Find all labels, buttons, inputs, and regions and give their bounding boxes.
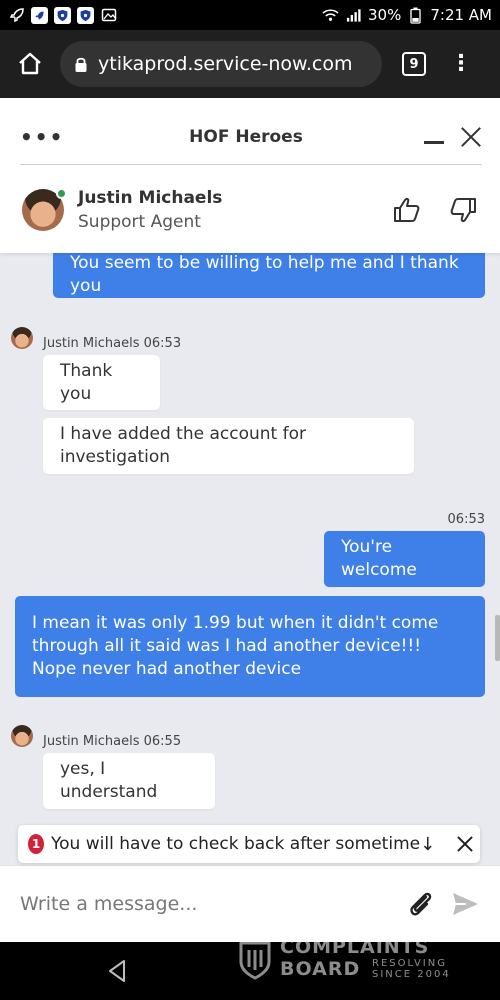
paperclip-icon[interactable] xyxy=(406,889,436,919)
message-timestamp: 06:53 xyxy=(447,512,485,527)
battery-percent: 30% xyxy=(368,6,402,24)
shield-icon xyxy=(77,6,94,24)
chat-title: HOF Heroes xyxy=(189,127,303,147)
agent-avatar-small xyxy=(11,725,33,747)
back-triangle-icon[interactable] xyxy=(104,958,130,984)
close-chat-button[interactable] xyxy=(460,126,482,148)
online-status-indicator xyxy=(56,188,67,199)
clock: 7:21 AM xyxy=(430,6,492,24)
message-input[interactable] xyxy=(20,893,398,915)
message-meta: Justin Michaels 06:55 xyxy=(43,734,182,749)
home-icon xyxy=(19,52,41,75)
thumbs-up-icon[interactable] xyxy=(392,195,422,225)
browser-menu-button[interactable]: ⋮ xyxy=(450,53,472,75)
status-icons-left xyxy=(8,6,117,24)
status-icons-right: 30% 7:21 AM xyxy=(322,6,492,24)
agent-avatar xyxy=(22,188,67,231)
complaints-board-logo-icon xyxy=(239,941,271,980)
dismiss-notification-button[interactable] xyxy=(457,836,470,852)
message-bubble-outgoing: You're welcome xyxy=(324,531,485,587)
message-bubble-incoming: yes, I understand xyxy=(43,753,215,809)
wifi-icon xyxy=(322,7,339,24)
thumbs-down-icon[interactable] xyxy=(448,195,478,225)
watermark: COMPLAINTS BOARD RESOLVING SINCE 2004 xyxy=(238,936,468,988)
agent-avatar-small xyxy=(11,327,33,349)
notification-text: You will have to check back after someti… xyxy=(51,834,421,854)
browser-toolbar: ytikaprod.service-now.com 9 ⋮ xyxy=(0,30,500,98)
agent-info: Justin Michaels Support Agent xyxy=(78,188,366,232)
new-message-notification[interactable]: 1 You will have to check back after some… xyxy=(18,825,480,863)
agent-card: Justin Michaels Support Agent xyxy=(22,180,478,240)
image-icon xyxy=(100,7,117,24)
address-bar[interactable]: ytikaprod.service-now.com xyxy=(60,41,382,87)
status-bar: 30% 7:21 AM xyxy=(0,0,500,30)
rocket-icon xyxy=(8,7,25,24)
message-bubble-incoming: I have added the account for investigati… xyxy=(43,418,414,474)
chat-header: ••• HOF Heroes Justin Michaels Support A… xyxy=(0,98,500,253)
watermark-line2: BOARD xyxy=(280,958,361,980)
message-composer xyxy=(0,865,500,942)
tab-count-label: 9 xyxy=(409,56,419,72)
chat-window: ••• HOF Heroes Justin Michaels Support A… xyxy=(0,98,500,942)
more-options-button[interactable]: ••• xyxy=(20,125,62,149)
unread-count-badge: 1 xyxy=(28,834,45,854)
minimize-button[interactable] xyxy=(424,140,444,144)
agent-name: Justin Michaels xyxy=(78,188,223,208)
message-meta: Justin Michaels 06:53 xyxy=(43,336,182,351)
chat-title-bar: ••• HOF Heroes xyxy=(20,110,482,165)
battery-icon xyxy=(407,7,424,24)
lock-icon xyxy=(74,56,88,73)
scrollbar-thumb[interactable] xyxy=(495,615,500,661)
signal-icon xyxy=(345,7,362,24)
watermark-tagline: RESOLVING SINCE 2004 xyxy=(372,958,451,980)
app-notification-icon xyxy=(31,6,48,24)
arrow-down-icon[interactable]: ↓ xyxy=(420,834,435,855)
send-icon[interactable] xyxy=(450,889,480,919)
system-navigation-bar: COMPLAINTS BOARD RESOLVING SINCE 2004 xyxy=(0,936,500,1000)
home-button[interactable] xyxy=(12,46,48,82)
tab-switcher-button[interactable]: 9 xyxy=(402,52,426,76)
agent-role: Support Agent xyxy=(78,212,201,232)
message-bubble-outgoing: I mean it was only 1.99 but when it didn… xyxy=(15,596,485,697)
shield-icon xyxy=(54,6,71,24)
message-bubble-incoming: Thank you xyxy=(43,355,160,410)
url-text: ytikaprod.service-now.com xyxy=(98,53,353,75)
